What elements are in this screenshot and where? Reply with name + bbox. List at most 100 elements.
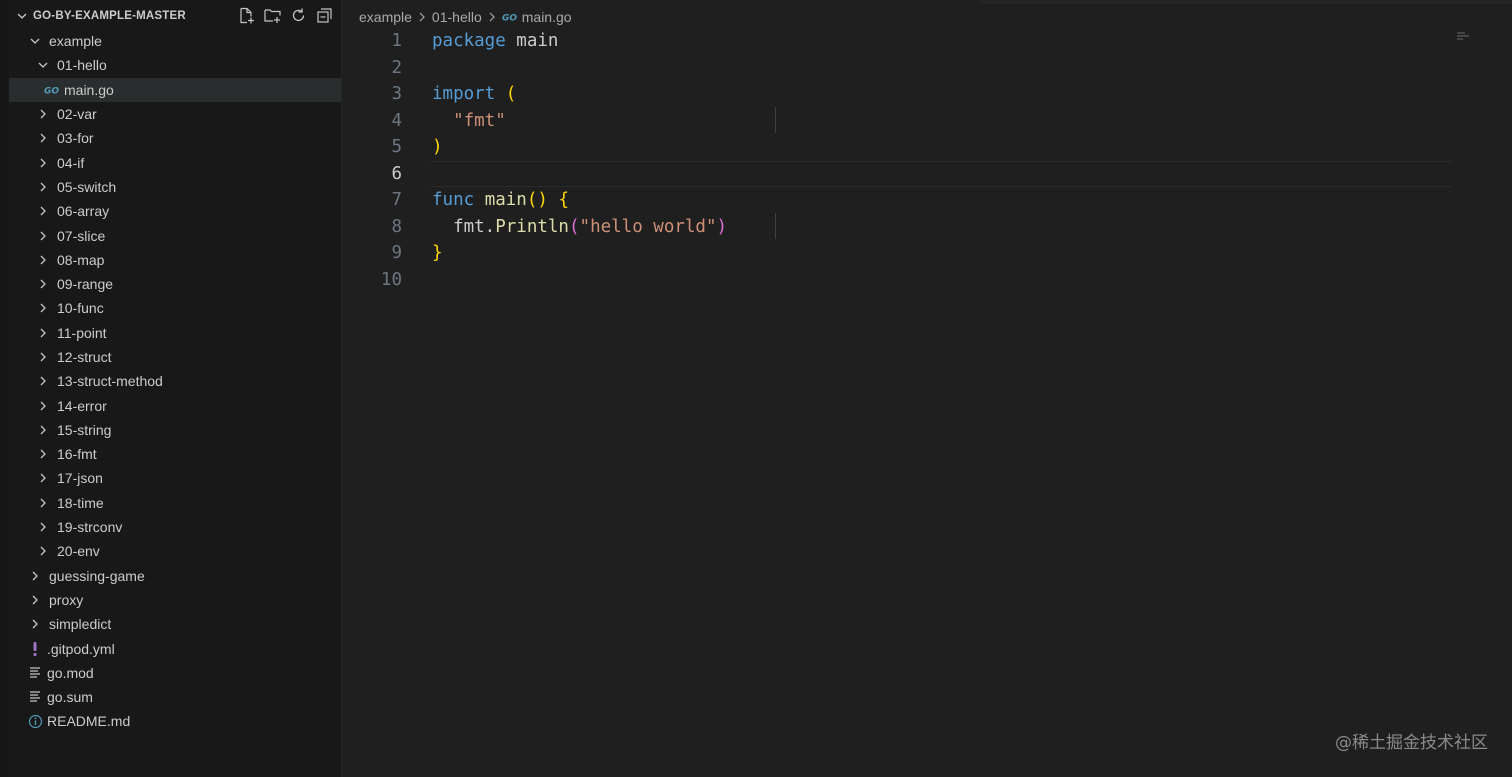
- chevron-right-icon[interactable]: [35, 203, 51, 219]
- chevron-right-icon[interactable]: [35, 543, 51, 559]
- tree-folder[interactable]: 12-struct: [9, 345, 341, 369]
- code-text: ): [432, 134, 443, 161]
- refresh-icon[interactable]: [289, 6, 307, 24]
- tree-item-label: simpledict: [49, 616, 112, 633]
- chevron-right-icon[interactable]: [35, 495, 51, 511]
- chevron-down-icon[interactable]: [13, 10, 31, 22]
- chevron-right-icon[interactable]: [27, 568, 43, 584]
- line-number: 2: [391, 57, 402, 78]
- code-line[interactable]: 1 package main: [342, 28, 1512, 55]
- tree-folder[interactable]: 03-for: [9, 126, 341, 150]
- text-file-icon: [27, 689, 43, 705]
- breadcrumb-item-example[interactable]: example: [359, 9, 412, 25]
- tree-file[interactable]: .gitpod.yml: [9, 636, 341, 660]
- watermark: @稀土掘金技术社区: [1335, 733, 1488, 753]
- tree-folder[interactable]: 07-slice: [9, 223, 341, 247]
- tree-folder[interactable]: 17-json: [9, 466, 341, 490]
- tree-item-label: 06-array: [57, 203, 110, 220]
- tree-folder[interactable]: 08-map: [9, 248, 341, 272]
- indent-guide: [775, 107, 776, 133]
- code-line[interactable]: 9}: [342, 240, 1512, 267]
- tree-folder[interactable]: 09-range: [9, 272, 341, 296]
- code-line[interactable]: 6: [342, 160, 1512, 188]
- tree-folder[interactable]: 11-point: [9, 321, 341, 345]
- chevron-right-icon[interactable]: [35, 106, 51, 122]
- code-text: package main: [432, 28, 558, 55]
- workspace-title: GO-BY-EXAMPLE-MASTER: [33, 10, 186, 22]
- tree-folder[interactable]: 05-switch: [9, 175, 341, 199]
- chevron-right-icon[interactable]: [35, 252, 51, 268]
- tree-folder[interactable]: 10-func: [9, 296, 341, 320]
- tree-item-label: 05-switch: [57, 178, 117, 195]
- tree-item-label: 13-struct-method: [57, 373, 163, 390]
- tree-folder[interactable]: guessing-game: [9, 564, 341, 588]
- tree-folder[interactable]: 13-struct-method: [9, 369, 341, 393]
- chevron-right-icon[interactable]: [27, 616, 43, 632]
- tree-folder[interactable]: 14-error: [9, 393, 341, 417]
- go-file-icon: GO: [44, 82, 62, 98]
- chevron-right-icon[interactable]: [35, 276, 51, 292]
- collapse-all-icon[interactable]: [315, 6, 333, 24]
- chevron-right-icon[interactable]: [35, 300, 51, 316]
- tree-folder[interactable]: 20-env: [9, 539, 341, 563]
- tree-folder[interactable]: 02-var: [9, 102, 341, 126]
- line-number: 1: [391, 31, 402, 51]
- chevron-right-icon[interactable]: [35, 373, 51, 389]
- tree-file[interactable]: go.mod: [9, 661, 341, 685]
- chevron-right-icon[interactable]: [35, 325, 51, 341]
- code-line[interactable]: 4 "fmt": [342, 108, 1512, 135]
- minimap[interactable]: [1456, 28, 1476, 40]
- tree-folder[interactable]: 01-hello: [9, 53, 341, 77]
- tree-item-label: 17-json: [57, 470, 103, 487]
- code-text: "fmt": [432, 108, 506, 135]
- tree-folder[interactable]: 04-if: [9, 150, 341, 174]
- chevron-right-icon[interactable]: [35, 155, 51, 171]
- code-line[interactable]: 8 fmt.Println("hello world"): [342, 214, 1512, 241]
- chevron-right-icon[interactable]: [35, 130, 51, 146]
- tree-folder[interactable]: 18-time: [9, 491, 341, 515]
- editor-pane[interactable]: example 01-hello GO main.go 1 package mai…: [342, 0, 1512, 777]
- code-line[interactable]: 3 import (: [342, 81, 1512, 108]
- tree-folder[interactable]: example: [9, 29, 341, 53]
- new-file-icon[interactable]: [237, 6, 255, 24]
- line-number: 8: [391, 216, 402, 237]
- chevron-right-icon[interactable]: [35, 228, 51, 244]
- breadcrumb-item-file[interactable]: main.go: [522, 9, 572, 25]
- code-token: "fmt": [453, 110, 506, 131]
- code-area[interactable]: 1 package main 2 3 import (4 "fmt" 5) 6 7 func m…: [342, 28, 1512, 293]
- new-folder-icon[interactable]: [263, 6, 281, 24]
- chevron-down-icon[interactable]: [27, 33, 43, 49]
- chevron-right-icon[interactable]: [35, 349, 51, 365]
- breadcrumb-item-folder[interactable]: 01-hello: [432, 9, 482, 25]
- code-line[interactable]: 10: [342, 267, 1512, 294]
- line-number: 9: [391, 243, 402, 263]
- chevron-right-icon[interactable]: [27, 592, 43, 608]
- tree-file[interactable]: GO main.go: [9, 77, 341, 102]
- tree-folder[interactable]: 19-strconv: [9, 515, 341, 539]
- code-line[interactable]: 2: [342, 55, 1512, 82]
- chevron-down-icon[interactable]: [35, 57, 51, 73]
- chevron-right-icon[interactable]: [35, 422, 51, 438]
- code-line[interactable]: 7 func main() {: [342, 187, 1512, 214]
- info-icon: [27, 713, 43, 729]
- line-number: 7: [391, 190, 402, 210]
- editor-top-bar: [980, 0, 1512, 4]
- chevron-right-icon[interactable]: [35, 398, 51, 414]
- tree-item-label: 07-slice: [57, 227, 106, 244]
- code-line[interactable]: 5): [342, 134, 1512, 161]
- tree-item-label: .gitpod.yml: [47, 640, 115, 657]
- chevron-right-icon[interactable]: [35, 470, 51, 486]
- tree-folder[interactable]: 16-fmt: [9, 442, 341, 466]
- tree-file[interactable]: README.md: [9, 709, 341, 733]
- code-token: {: [558, 190, 570, 210]
- tree-folder[interactable]: simpledict: [9, 612, 341, 636]
- tree-file[interactable]: go.sum: [9, 685, 341, 709]
- chevron-right-icon[interactable]: [35, 179, 51, 195]
- tree-folder[interactable]: 15-string: [9, 418, 341, 442]
- tree-folder[interactable]: proxy: [9, 588, 341, 612]
- chevron-right-icon[interactable]: [35, 446, 51, 462]
- chevron-right-icon[interactable]: [35, 519, 51, 535]
- tree-folder[interactable]: 06-array: [9, 199, 341, 223]
- code-token: (): [526, 190, 548, 210]
